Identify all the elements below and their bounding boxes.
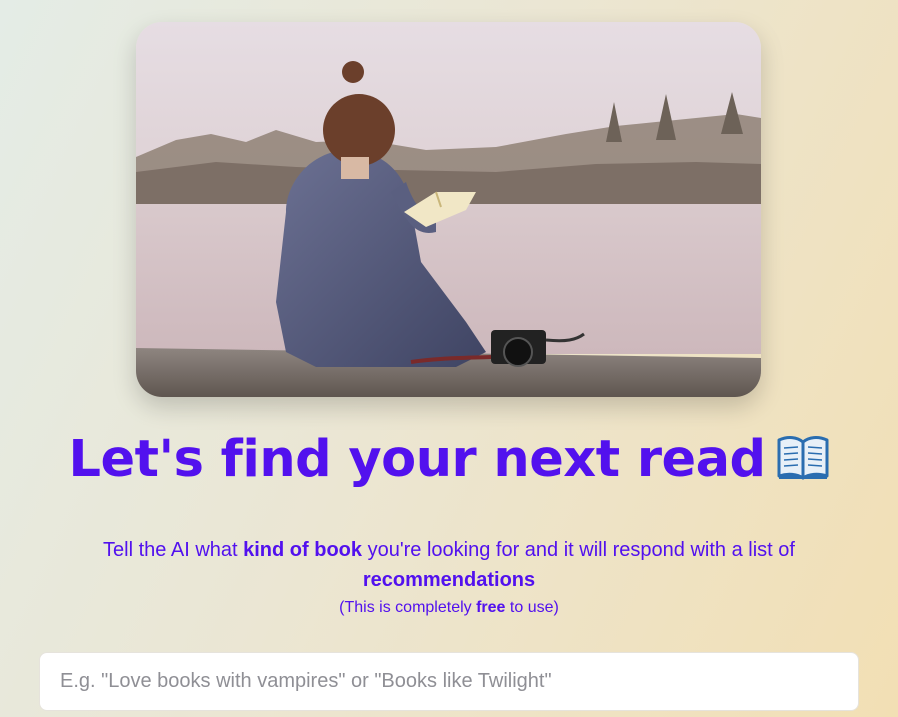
free-to-use-note: (This is completely free to use): [0, 599, 898, 617]
hero-image: [136, 22, 761, 397]
book-request-input[interactable]: [39, 652, 859, 711]
open-book-icon: [776, 434, 830, 493]
description-text-2: you're looking for and it will respond w…: [362, 539, 795, 561]
description-bold-1: kind of book: [243, 539, 363, 561]
note-bold: free: [476, 599, 506, 616]
page-title-text: Let's find your next read: [68, 430, 766, 489]
hero-photo-illustration: [136, 22, 761, 397]
page-description: Tell the AI what kind of book you're loo…: [70, 535, 828, 595]
description-bold-2: recommendations: [362, 569, 536, 591]
page-title: Let's find your next read: [0, 430, 898, 493]
note-suffix: to use): [505, 599, 559, 616]
note-prefix: (This is completely: [339, 599, 477, 616]
description-text-1: Tell the AI what: [103, 539, 244, 561]
